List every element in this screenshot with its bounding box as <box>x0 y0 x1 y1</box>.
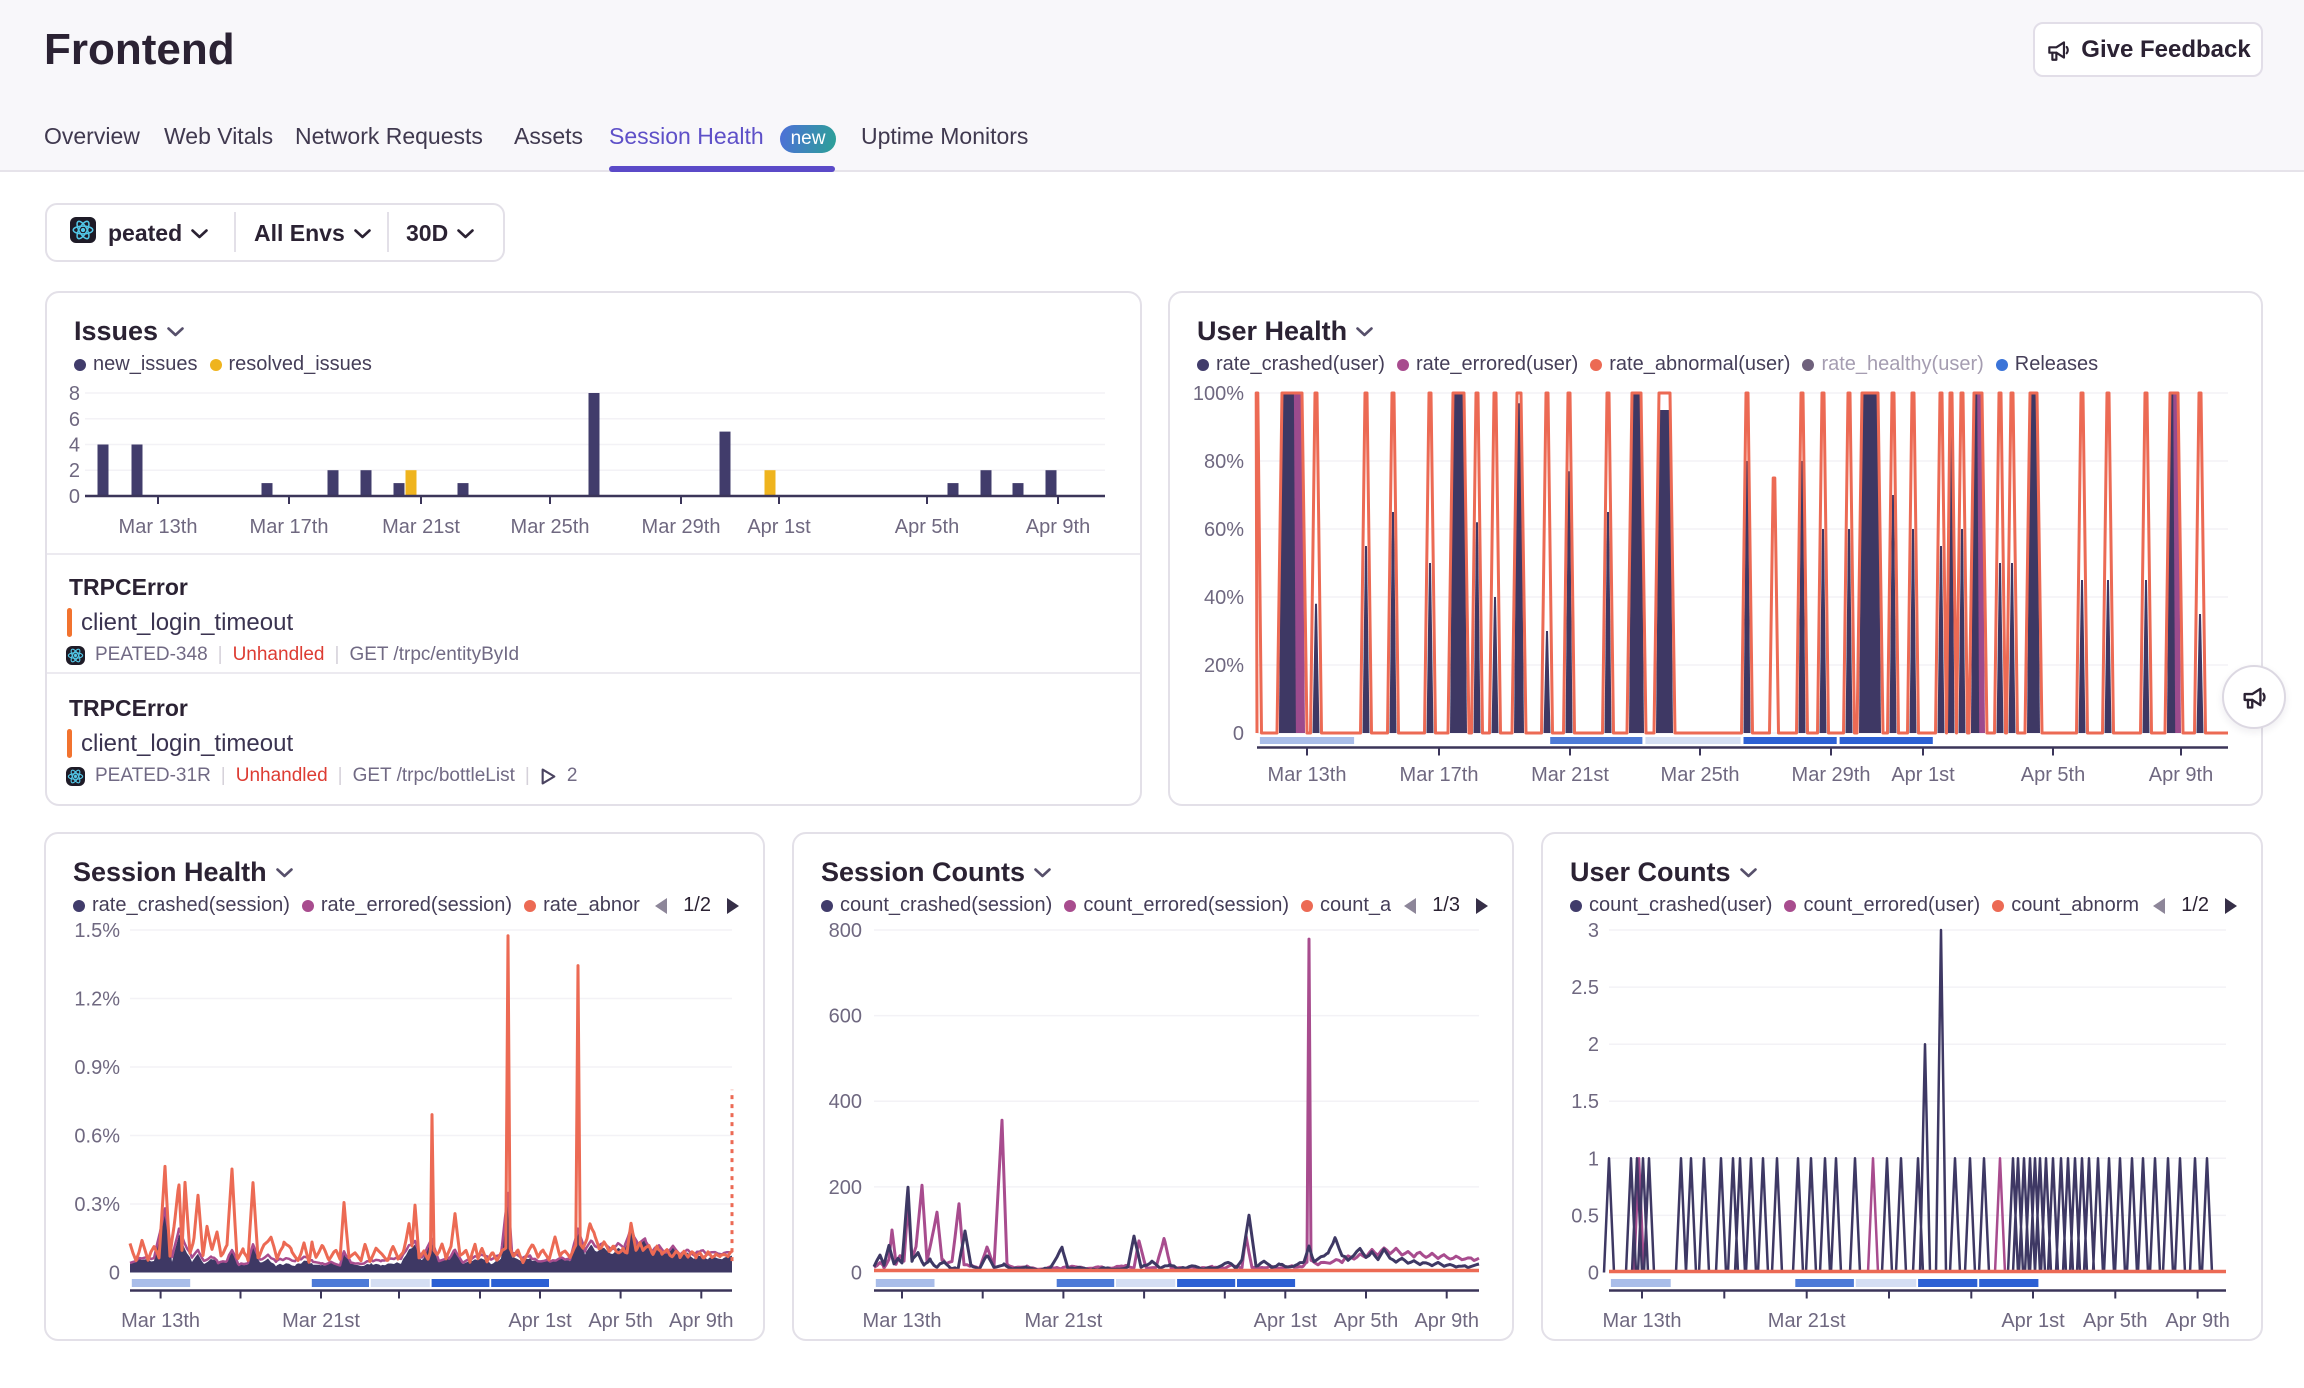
svg-text:Mar 13th: Mar 13th <box>119 516 198 538</box>
svg-text:Mar 25th: Mar 25th <box>511 516 590 538</box>
svg-text:Apr 9th: Apr 9th <box>1414 1310 1478 1332</box>
svg-text:0.9%: 0.9% <box>74 1057 120 1079</box>
svg-text:Apr 1st: Apr 1st <box>1254 1310 1318 1332</box>
svg-text:Mar 13th: Mar 13th <box>1268 764 1347 786</box>
svg-text:Apr 5th: Apr 5th <box>1334 1310 1398 1332</box>
svg-text:Mar 13th: Mar 13th <box>1603 1310 1682 1332</box>
svg-text:20%: 20% <box>1204 655 1244 677</box>
svg-text:0: 0 <box>109 1263 120 1285</box>
svg-text:Mar 13th: Mar 13th <box>863 1310 942 1332</box>
svg-text:800: 800 <box>829 920 862 942</box>
svg-text:Apr 9th: Apr 9th <box>1026 516 1090 538</box>
svg-text:4: 4 <box>69 435 80 457</box>
svg-text:Apr 1st: Apr 1st <box>747 516 811 538</box>
svg-text:0: 0 <box>1588 1263 1599 1285</box>
svg-text:600: 600 <box>829 1006 862 1028</box>
svg-text:Apr 5th: Apr 5th <box>2021 764 2085 786</box>
svg-text:0.5: 0.5 <box>1571 1205 1599 1227</box>
svg-text:Mar 29th: Mar 29th <box>642 516 721 538</box>
svg-text:0.6%: 0.6% <box>74 1126 120 1148</box>
svg-text:Mar 17th: Mar 17th <box>1400 764 1479 786</box>
svg-text:0: 0 <box>1233 723 1244 745</box>
svg-text:Mar 21st: Mar 21st <box>282 1310 360 1332</box>
svg-text:Apr 5th: Apr 5th <box>588 1310 652 1332</box>
svg-text:Apr 1st: Apr 1st <box>508 1310 572 1332</box>
svg-text:0: 0 <box>851 1263 862 1285</box>
svg-text:80%: 80% <box>1204 451 1244 473</box>
svg-text:Mar 21st: Mar 21st <box>1531 764 1609 786</box>
svg-text:Mar 21st: Mar 21st <box>1768 1310 1846 1332</box>
svg-text:Apr 9th: Apr 9th <box>669 1310 733 1332</box>
svg-text:8: 8 <box>69 383 80 405</box>
svg-text:Apr 1st: Apr 1st <box>1891 764 1955 786</box>
svg-text:Apr 1st: Apr 1st <box>2001 1310 2065 1332</box>
svg-text:400: 400 <box>829 1091 862 1113</box>
svg-text:40%: 40% <box>1204 587 1244 609</box>
svg-text:Mar 17th: Mar 17th <box>250 516 329 538</box>
svg-text:3: 3 <box>1588 920 1599 942</box>
svg-text:Apr 9th: Apr 9th <box>2165 1310 2229 1332</box>
svg-text:Mar 21st: Mar 21st <box>382 516 460 538</box>
svg-text:6: 6 <box>69 409 80 431</box>
svg-text:Mar 13th: Mar 13th <box>121 1310 200 1332</box>
svg-text:2: 2 <box>69 460 80 482</box>
svg-text:100%: 100% <box>1193 383 1244 405</box>
svg-text:Mar 21st: Mar 21st <box>1024 1310 1102 1332</box>
svg-text:1: 1 <box>1588 1148 1599 1170</box>
svg-text:1.2%: 1.2% <box>74 989 120 1011</box>
svg-text:60%: 60% <box>1204 519 1244 541</box>
svg-text:Mar 29th: Mar 29th <box>1792 764 1871 786</box>
svg-text:200: 200 <box>829 1177 862 1199</box>
svg-text:0: 0 <box>69 486 80 508</box>
svg-text:0.3%: 0.3% <box>74 1194 120 1216</box>
svg-text:Apr 5th: Apr 5th <box>895 516 959 538</box>
svg-text:Apr 5th: Apr 5th <box>2083 1310 2147 1332</box>
svg-text:1.5%: 1.5% <box>74 920 120 942</box>
svg-text:Apr 9th: Apr 9th <box>2149 764 2213 786</box>
svg-text:2.5: 2.5 <box>1571 977 1599 999</box>
svg-text:Mar 25th: Mar 25th <box>1661 764 1740 786</box>
svg-text:2: 2 <box>1588 1034 1599 1056</box>
svg-text:1.5: 1.5 <box>1571 1091 1599 1113</box>
